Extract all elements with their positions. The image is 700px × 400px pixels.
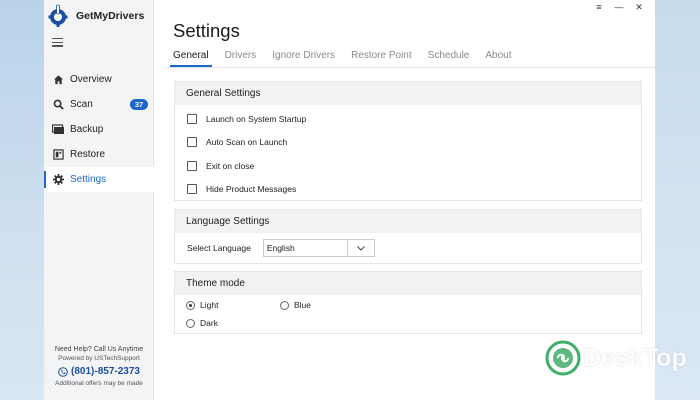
tab-schedule[interactable]: Schedule xyxy=(420,50,478,67)
watermark-text: DeskTop xyxy=(583,343,687,372)
theme-label: Light xyxy=(200,300,219,310)
theme-option-dark[interactable]: Dark xyxy=(186,318,218,328)
sidebar-item-label: Settings xyxy=(70,174,107,185)
phone-icon xyxy=(58,366,68,377)
sidebar-item-overview[interactable]: Overview xyxy=(44,67,154,92)
tabs-divider xyxy=(165,67,655,68)
sidebar-item-label: Backup xyxy=(70,124,104,135)
section-title: General Settings xyxy=(175,82,641,105)
language-row: Select Language English xyxy=(175,233,641,263)
checkbox[interactable] xyxy=(187,113,197,124)
option-launch-on-startup[interactable]: Launch on System Startup xyxy=(175,107,641,131)
home-icon xyxy=(52,74,64,86)
tab-general[interactable]: General xyxy=(165,50,217,67)
theme-option-light[interactable]: Light xyxy=(186,300,218,310)
watermark-logo-icon xyxy=(545,340,581,376)
restore-icon xyxy=(52,149,64,161)
powered-by-text: Powered by USTechSupport xyxy=(58,355,140,362)
radio-button[interactable] xyxy=(186,300,195,310)
option-exit-on-close[interactable]: Exit on close xyxy=(175,154,641,178)
sidebar-item-label: Overview xyxy=(70,74,112,85)
select-language-label: Select Language xyxy=(187,243,251,253)
offers-text: Additional offers may be made xyxy=(55,380,143,387)
checkbox[interactable] xyxy=(187,137,197,148)
checkbox[interactable] xyxy=(187,184,197,195)
checkbox[interactable] xyxy=(187,160,197,171)
settings-tabs: General Drivers Ignore Drivers Restore P… xyxy=(165,50,520,67)
brand-name: GetMyDrivers xyxy=(76,10,145,22)
phone-number: (801)-857-2373 xyxy=(71,366,140,377)
close-icon[interactable]: ✕ xyxy=(629,0,649,14)
sidebar-item-backup[interactable]: Backup xyxy=(44,117,154,142)
sidebar-item-scan[interactable]: Scan 37 xyxy=(44,92,154,117)
page-title: Settings xyxy=(173,20,240,41)
radio-button[interactable] xyxy=(186,318,195,328)
watermark: DeskTop xyxy=(545,340,687,376)
tab-ignore-drivers[interactable]: Ignore Drivers xyxy=(264,50,343,67)
option-label: Exit on close xyxy=(206,160,255,171)
brand: GetMyDrivers xyxy=(48,4,144,28)
sidebar-item-label: Restore xyxy=(70,149,106,160)
language-value: English xyxy=(266,243,295,253)
theme-options: Light Blue Dark xyxy=(175,295,641,335)
radio-button[interactable] xyxy=(280,300,289,310)
language-dropdown[interactable]: English xyxy=(262,239,375,257)
tab-drivers[interactable]: Drivers xyxy=(217,50,265,67)
option-label: Hide Product Messages xyxy=(206,184,297,195)
sidebar-item-restore[interactable]: Restore xyxy=(44,142,154,167)
scan-count-badge: 37 xyxy=(130,99,148,110)
theme-mode-section: Theme mode Light Blue Dark xyxy=(174,271,642,334)
desktop-background-left xyxy=(0,0,44,400)
theme-label: Dark xyxy=(200,318,218,328)
option-label: Auto Scan on Launch xyxy=(206,137,288,148)
option-label: Launch on System Startup xyxy=(206,113,307,124)
gear-logo-icon xyxy=(48,4,68,27)
search-icon xyxy=(52,99,64,111)
theme-label: Blue xyxy=(294,300,312,310)
option-auto-scan[interactable]: Auto Scan on Launch xyxy=(175,131,641,155)
sidebar-nav: Overview Scan 37 Backup Restore Settings xyxy=(44,67,154,192)
general-settings-section: General Settings Launch on System Startu… xyxy=(174,81,642,201)
menu-icon[interactable]: ≡ xyxy=(589,0,609,14)
gear-icon xyxy=(52,174,64,186)
section-title: Theme mode xyxy=(175,272,641,295)
sidebar: GetMyDrivers Overview Scan 37 Backup Res… xyxy=(44,0,154,400)
sidebar-item-label: Scan xyxy=(70,99,93,110)
theme-option-blue[interactable]: Blue xyxy=(280,300,311,310)
window-controls: ≡ — ✕ xyxy=(589,0,649,14)
tab-restore-point[interactable]: Restore Point xyxy=(343,50,420,67)
help-text: Need Help? Call Us Anytime xyxy=(54,346,144,353)
hamburger-menu-icon[interactable] xyxy=(52,38,63,49)
chevron-down-icon[interactable] xyxy=(346,240,374,256)
sidebar-item-settings[interactable]: Settings xyxy=(44,167,154,192)
tab-about[interactable]: About xyxy=(477,50,519,67)
section-title: Language Settings xyxy=(175,210,641,233)
language-settings-section: Language Settings Select Language Englis… xyxy=(174,209,642,264)
sidebar-footer: Need Help? Call Us Anytime Powered by US… xyxy=(44,346,154,387)
backup-icon xyxy=(52,124,64,136)
option-hide-product-messages[interactable]: Hide Product Messages xyxy=(175,178,641,202)
support-phone[interactable]: (801)-857-2373 xyxy=(44,366,154,377)
minimize-icon[interactable]: — xyxy=(609,0,629,14)
